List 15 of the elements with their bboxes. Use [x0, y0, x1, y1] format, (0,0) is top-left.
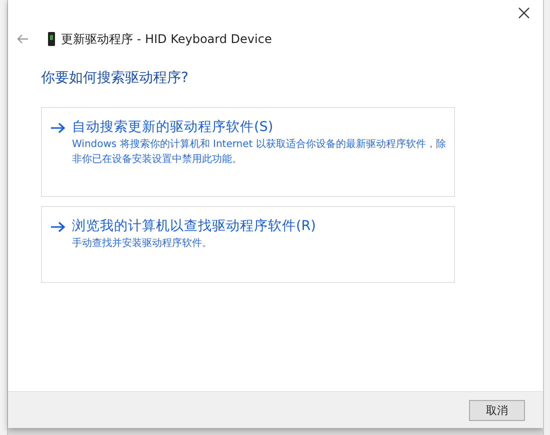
option-description: 手动查找并安装驱动程序软件。 [72, 236, 213, 251]
option-description: Windows 将搜索你的计算机和 Internet 以获取适合你设备的最新驱动程序软件，除非你已在设备安装设置中禁用此功能。 [72, 138, 446, 167]
option-card[interactable]: 自动搜索更新的驱动程序软件(S) Windows 将搜索你的计算机和 Internet 以获取适合你设备的最新驱动程序软件，除非你已在设备安装设置中禁用此功能。 [41, 107, 455, 197]
window-title: 更新驱动程序 - HID Keyboard Device [61, 30, 272, 48]
option-title: 浏览我的计算机以查找驱动程序软件(R) [72, 217, 316, 235]
close-icon [518, 7, 530, 19]
cancel-button[interactable]: 取消 [469, 400, 525, 420]
arrow-icon [50, 221, 66, 233]
back-arrow-icon [17, 34, 29, 44]
arrow-icon [50, 122, 66, 134]
option-card[interactable]: 浏览我的计算机以查找驱动程序软件(R) 手动查找并安装驱动程序软件。 [41, 206, 455, 283]
option-title: 自动搜索更新的驱动程序软件(S) [72, 118, 274, 136]
heading: 你要如何搜索驱动程序? [41, 69, 190, 87]
back-button[interactable] [16, 32, 30, 46]
device-icon [48, 32, 55, 46]
